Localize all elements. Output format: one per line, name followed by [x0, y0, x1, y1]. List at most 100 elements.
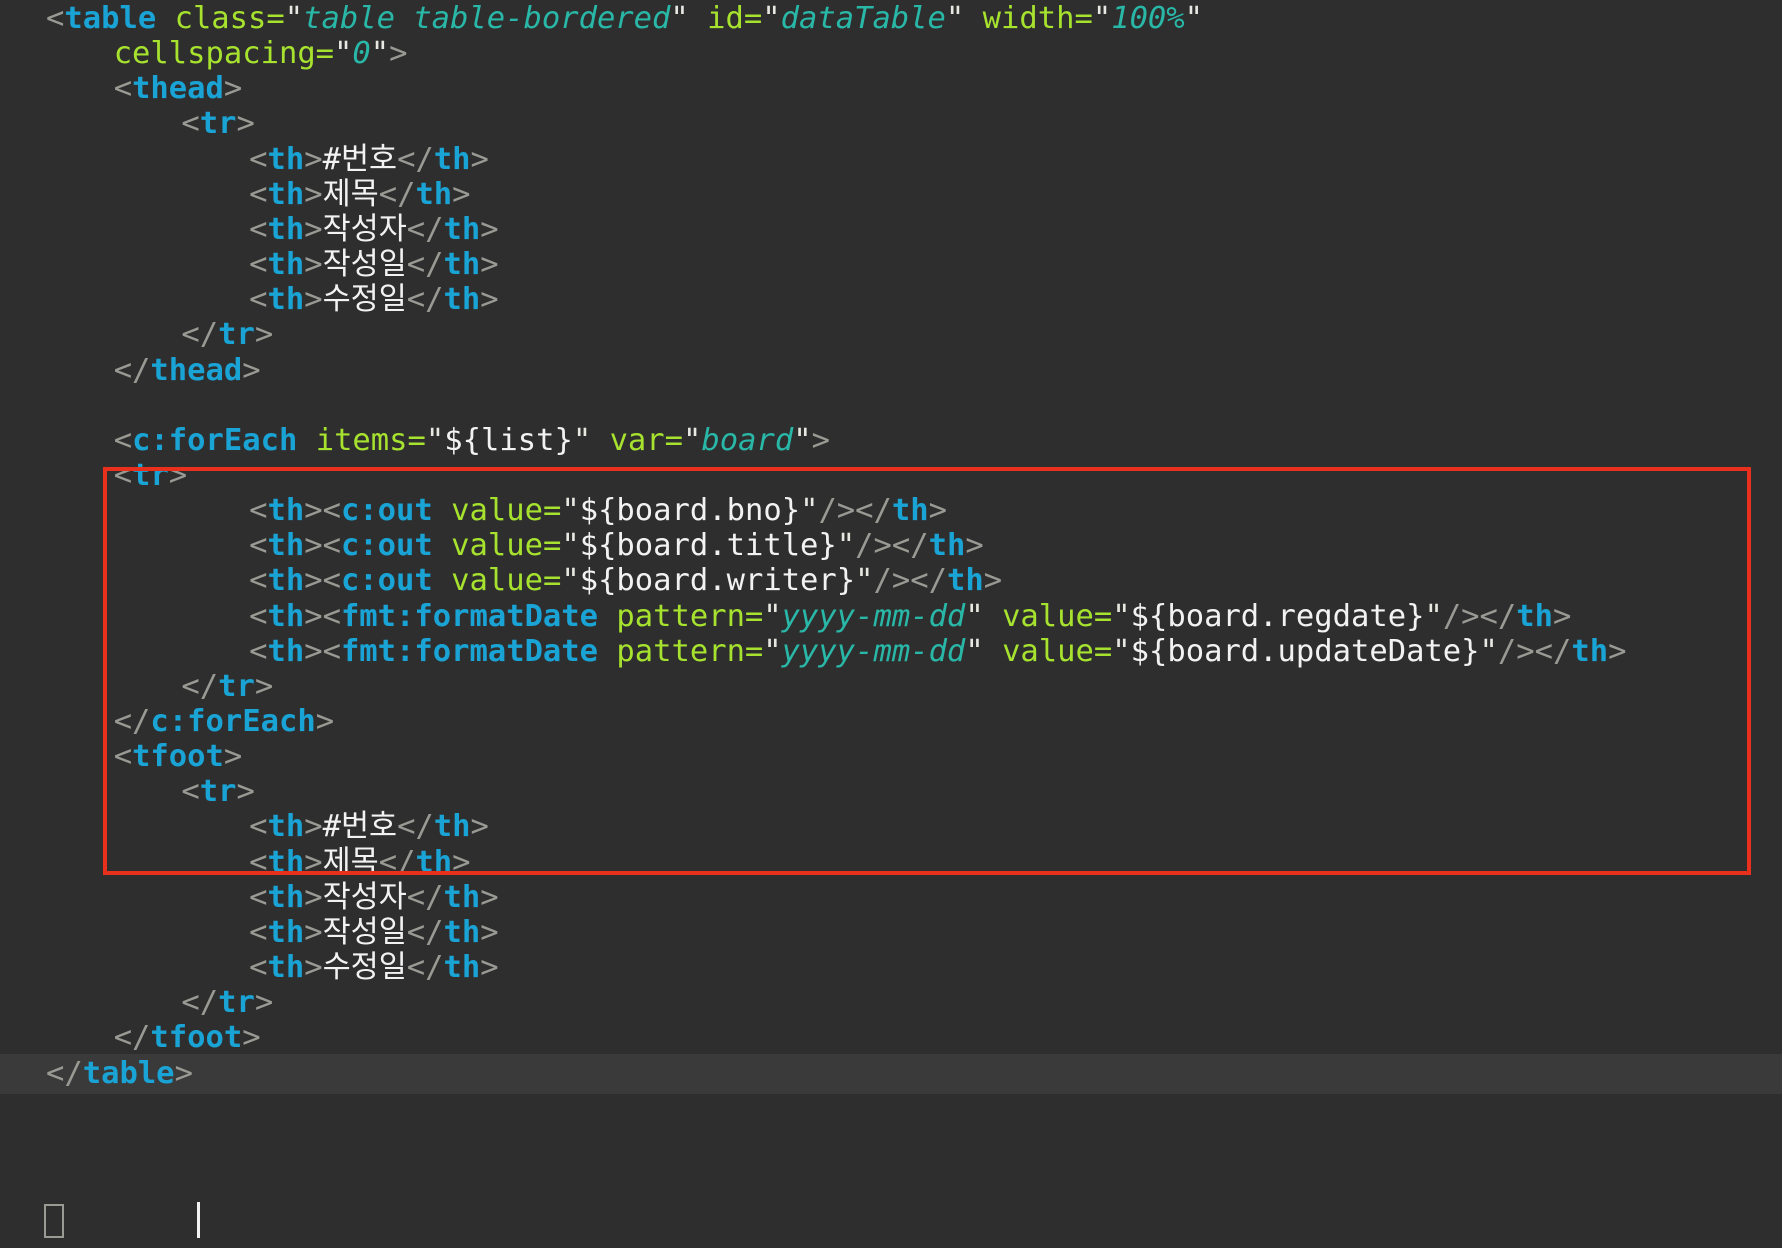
code-punctuation: > [304, 176, 323, 212]
code-punctuation: </ [113, 1020, 151, 1056]
code-line[interactable]: <thead> [0, 69, 1782, 109]
code-line[interactable]: <th>작성자</th> [0, 878, 1782, 918]
code-punctuation: > [470, 141, 489, 177]
code-punctuation: > [254, 985, 274, 1021]
code-line[interactable]: <th><c:out value="${board.writer}"/></th… [0, 561, 1782, 601]
code-punctuation: > [168, 457, 188, 493]
code-line[interactable]: <th>작성일</th> [0, 913, 1782, 953]
code-tag-name: th [267, 141, 305, 177]
code-punctuation: < [249, 247, 268, 283]
code-quote: " [965, 633, 984, 669]
code-tag-name: th [267, 528, 305, 564]
code-punctuation: /></ [873, 563, 947, 599]
code-punctuation: >< [304, 528, 341, 564]
code-attribute: value= [451, 563, 562, 599]
code-tag-name: thead [132, 71, 224, 107]
code-line[interactable]: </table> [0, 1053, 1782, 1094]
code-tag-name: tr [199, 106, 237, 142]
code-punctuation: > [480, 211, 499, 247]
code-punctuation: > [236, 106, 255, 142]
code-line[interactable]: <c:forEach items="${list}" var="board"> [0, 421, 1782, 461]
code-line[interactable]: </tr> [0, 667, 1782, 707]
code-punctuation: > [315, 704, 335, 739]
code-line[interactable]: </tfoot> [0, 1018, 1782, 1058]
code-line[interactable]: <th>제목</th> [0, 175, 1782, 215]
code-punctuation: < [249, 809, 268, 845]
code-attribute: class= [174, 1, 285, 36]
code-line[interactable]: <tfoot> [0, 737, 1782, 777]
code-text: ${board.title} [579, 528, 837, 564]
code-line[interactable]: <th>#번호</th> [0, 807, 1782, 847]
code-punctuation: > [480, 950, 499, 986]
code-text: 제목 [322, 844, 379, 880]
code-line[interactable]: </tr> [0, 983, 1782, 1023]
code-line[interactable]: <th>작성일</th> [0, 245, 1782, 285]
code-quote: " [1479, 633, 1498, 669]
code-tag-name: thead [150, 352, 243, 388]
code-punctuation: > [254, 668, 274, 704]
code-line[interactable]: <th>작성자</th> [0, 210, 1782, 250]
code-tag-name: fmt:formatDate [340, 598, 599, 634]
code-punctuation: >< [304, 598, 341, 634]
code-punctuation: </ [406, 950, 444, 986]
code-punctuation: </ [378, 176, 416, 212]
code-line[interactable]: </tr> [0, 315, 1782, 355]
code-editor[interactable]: <table class="table table-bordered" id="… [0, 0, 1782, 1248]
code-quote: " [572, 422, 592, 458]
text-cursor [197, 1202, 200, 1238]
code-line[interactable]: <th>제목</th> [0, 843, 1782, 883]
code-line[interactable]: <th><fmt:formatDate pattern="yyyy-mm-dd"… [0, 632, 1782, 672]
code-line[interactable]: <th>#번호</th> [0, 140, 1782, 180]
code-punctuation: > [304, 247, 323, 283]
code-line[interactable]: <tr> [0, 104, 1782, 144]
code-line[interactable]: cellspacing="0"> [0, 34, 1782, 74]
code-text: 작성자 [322, 211, 407, 247]
code-line[interactable]: <th><c:out value="${board.bno}"/></th> [0, 491, 1782, 531]
code-string: table table-bordered [303, 1, 671, 36]
code-line[interactable]: </thead> [0, 351, 1782, 391]
code-line[interactable]: <th>수정일</th> [0, 948, 1782, 988]
code-text: 제목 [322, 176, 379, 212]
code-punctuation: > [304, 141, 323, 177]
code-line[interactable]: </c:forEach> [0, 702, 1782, 742]
code-line[interactable]: <tr> [0, 456, 1782, 496]
code-line[interactable]: <tr> [0, 772, 1782, 812]
code-punctuation: > [174, 1055, 193, 1091]
code-line[interactable]: <th>수정일</th> [0, 280, 1782, 320]
code-punctuation: > [304, 950, 323, 986]
code-attribute: items= [315, 422, 426, 458]
code-punctuation: < [249, 282, 268, 318]
code-quote: " [425, 422, 445, 458]
code-tag-name: c:out [340, 528, 433, 564]
code-punctuation: </ [406, 247, 444, 283]
code-text: 작성일 [322, 914, 407, 950]
code-tag-name: tr [218, 668, 255, 704]
code-punctuation: < [249, 493, 268, 529]
code-tag-name: c:forEach [132, 422, 298, 458]
code-tag-name: th [415, 844, 453, 880]
code-line[interactable]: <th><fmt:formatDate pattern="yyyy-mm-dd"… [0, 597, 1782, 637]
code-punctuation: > [389, 36, 408, 72]
code-text: ${list} [444, 422, 573, 458]
code-tag-name: tr [132, 457, 169, 493]
code-attribute: value= [1002, 633, 1113, 669]
code-tag-name: c:forEach [150, 704, 316, 739]
code-punctuation: /></ [1497, 633, 1572, 669]
code-punctuation: < [249, 633, 268, 669]
code-tag-name: th [267, 633, 305, 669]
code-text: 수정일 [322, 950, 407, 986]
code-line[interactable]: <table class="table table-bordered" id="… [0, 0, 1782, 39]
code-line[interactable]: <th><c:out value="${board.title}"/></th> [0, 526, 1782, 566]
code-tag-name: tfoot [132, 739, 224, 775]
code-line[interactable] [0, 386, 1782, 426]
code-quote: " [561, 563, 580, 599]
code-punctuation: < [249, 879, 268, 915]
code-tag-name: th [946, 563, 984, 599]
code-punctuation: > [304, 282, 323, 318]
code-tag-name: th [443, 247, 481, 283]
code-punctuation: > [304, 914, 323, 950]
code-punctuation: > [965, 528, 984, 564]
